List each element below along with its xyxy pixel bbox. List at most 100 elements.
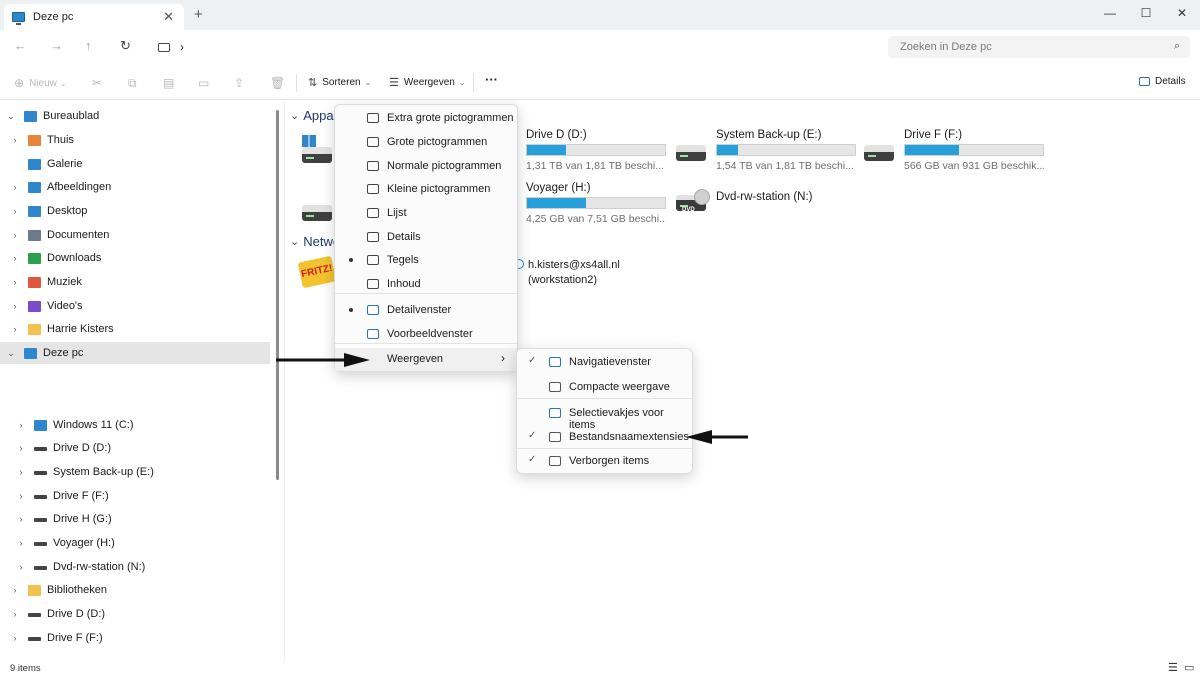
expand-chevron-icon[interactable]: ›	[8, 253, 22, 263]
expand-chevron-icon[interactable]: ›	[14, 514, 28, 524]
expand-chevron-icon[interactable]: ›	[14, 538, 28, 548]
sidebar-item[interactable]: › Drive D (D:)	[0, 603, 270, 625]
sidebar-item[interactable]: ⌄ Deze pc	[0, 342, 270, 364]
show-menu-item[interactable]: ✓ Navigatievenster	[517, 351, 692, 374]
pane-divider[interactable]	[284, 101, 285, 661]
expand-chevron-icon[interactable]: ›	[14, 467, 28, 477]
expand-chevron-icon[interactable]: ⌄	[4, 111, 18, 122]
view-menu-item[interactable]: Tegels	[335, 249, 517, 272]
expand-chevron-icon[interactable]: ›	[8, 301, 22, 311]
sidebar-item[interactable]: › Documenten	[0, 224, 270, 246]
folder-icon	[34, 419, 47, 431]
folder-icon	[28, 229, 41, 241]
search-input[interactable]: Zoeken in Deze pc ⌕	[888, 36, 1190, 58]
address-bar[interactable]: ›	[150, 36, 880, 58]
expand-chevron-icon[interactable]: ›	[14, 491, 28, 501]
tab-deze-pc[interactable]: Deze pc ✕	[4, 4, 184, 30]
sidebar-item[interactable]: ⌄ Bureaublad	[0, 105, 270, 127]
view-menu-item[interactable]: Detailvenster	[335, 299, 517, 322]
sidebar-item[interactable]: › Bibliotheken	[0, 579, 270, 601]
sidebar-item[interactable]: › Drive D (D:)	[0, 437, 270, 459]
maximize-button[interactable]: ☐	[1128, 0, 1164, 26]
details-view-icon[interactable]: ☰	[1168, 661, 1178, 674]
expand-chevron-icon[interactable]: ›	[8, 182, 22, 192]
view-menu-item[interactable]: Extra grote pictogrammen	[335, 107, 517, 130]
sidebar-item[interactable]: › System Back-up (E:)	[0, 461, 270, 483]
view-button[interactable]: ☰ Weergeven ⌄	[389, 76, 466, 89]
sidebar-item[interactable]: › Desktop	[0, 200, 270, 222]
show-menu-item[interactable]: Selectievakjes voor items	[517, 402, 692, 431]
paste-icon[interactable]: ▤	[163, 76, 174, 90]
expand-chevron-icon[interactable]: ⌄	[4, 348, 18, 359]
drive-tile-f[interactable]: Drive F (F:) 566 GB van 931 GB beschik..…	[864, 129, 1054, 173]
forward-arrow-icon[interactable]: →	[50, 38, 63, 53]
expand-chevron-icon[interactable]: ›	[8, 277, 22, 287]
option-icon	[549, 408, 561, 418]
tab-close-button[interactable]: ✕	[163, 9, 174, 25]
share-icon[interactable]: ⇪	[234, 76, 244, 90]
cut-icon[interactable]: ✂	[92, 76, 102, 90]
more-options-button[interactable]: ···	[485, 72, 498, 87]
toolbar-divider	[473, 74, 474, 92]
sidebar-item[interactable]: › Downloads	[0, 247, 270, 269]
breadcrumb-chevron-icon[interactable]: ›	[180, 40, 184, 54]
copy-icon[interactable]: ⧉	[128, 76, 137, 91]
expand-chevron-icon[interactable]: ›	[8, 585, 22, 595]
fritzbox-logo-icon[interactable]: FRITZ!	[297, 255, 337, 289]
sidebar-item[interactable]: › Harrie Kisters	[0, 318, 270, 340]
details-label: Details	[1155, 76, 1186, 87]
show-menu-item[interactable]: ✓ Bestandsnaamextensies	[517, 426, 692, 449]
view-menu-item[interactable]: Kleine pictogrammen	[335, 178, 517, 201]
view-menu-item[interactable]: Lijst	[335, 202, 517, 225]
sidebar-item[interactable]: › Drive H (G:)	[0, 508, 270, 530]
expand-chevron-icon[interactable]: ›	[8, 324, 22, 334]
drive-tile-e[interactable]: System Back-up (E:) 1,54 TB van 1,81 TB …	[676, 129, 866, 173]
expand-chevron-icon[interactable]: ›	[14, 420, 28, 430]
refresh-icon[interactable]: ↻	[120, 38, 131, 54]
sort-button[interactable]: ⇅ Sorteren ⌄	[308, 76, 371, 89]
sidebar-item[interactable]: › Video's	[0, 295, 270, 317]
close-window-button[interactable]: ✕	[1164, 0, 1200, 26]
chevron-down-icon: ⌄	[59, 78, 67, 88]
sidebar-item[interactable]: › Thuis	[0, 129, 270, 151]
menu-separator	[335, 343, 517, 344]
expand-chevron-icon[interactable]: ›	[8, 609, 22, 619]
show-menu-item[interactable]: Compacte weergave	[517, 376, 692, 399]
sidebar-item[interactable]: › Windows 11 (C:)	[0, 414, 270, 436]
sidebar-item[interactable]: › Afbeeldingen	[0, 176, 270, 198]
new-tab-button[interactable]: +	[194, 6, 203, 23]
view-menu-item[interactable]: Normale pictogrammen	[335, 155, 517, 178]
expand-chevron-icon[interactable]: ›	[14, 562, 28, 572]
details-pane-button[interactable]: Details	[1139, 76, 1186, 87]
sidebar-item[interactable]: › Dvd-rw-station (N:)	[0, 556, 270, 578]
delete-icon[interactable]: 🗑	[270, 76, 285, 90]
up-arrow-icon[interactable]: ↑	[85, 38, 92, 53]
view-mode-icon	[367, 113, 379, 123]
expand-chevron-icon[interactable]: ›	[14, 443, 28, 453]
new-button[interactable]: ⊕ Nieuw ⌄	[14, 76, 67, 90]
expand-chevron-icon[interactable]: ›	[8, 633, 22, 643]
view-menu-item[interactable]: Grote pictogrammen	[335, 131, 517, 154]
expand-chevron-icon[interactable]: ›	[8, 230, 22, 240]
sidebar-item[interactable]: › Drive F (F:)	[0, 485, 270, 507]
show-submenu: ✓ Navigatievenster Compacte weergave Select…	[516, 348, 693, 474]
sidebar-item[interactable]: Galerie	[0, 153, 270, 175]
tiles-view-icon[interactable]: ▭	[1184, 661, 1194, 674]
group-header-devices[interactable]: ⌄ Appar	[290, 108, 338, 123]
rename-icon[interactable]: ▭	[198, 76, 209, 90]
sidebar-item-label: Dvd-rw-station (N:)	[53, 561, 146, 573]
network-user-label[interactable]: h.kisters@xs4all.nl	[528, 259, 620, 271]
minimize-button[interactable]: —	[1092, 0, 1128, 26]
show-menu-item[interactable]: ✓ Verborgen items	[517, 450, 692, 473]
drive-tile-dvd[interactable]: DVD Dvd-rw-station (N:)	[676, 187, 866, 231]
back-arrow-icon[interactable]: ←	[14, 38, 27, 53]
view-menu-item[interactable]: Details	[335, 226, 517, 249]
drive-name: Drive D (D:)	[526, 129, 587, 141]
sidebar-scrollbar[interactable]	[276, 110, 279, 480]
expand-chevron-icon[interactable]: ›	[8, 206, 22, 216]
sidebar-item[interactable]: › Muziek	[0, 271, 270, 293]
sidebar-item[interactable]: › Drive F (F:)	[0, 627, 270, 649]
sidebar-item-label: Documenten	[47, 229, 110, 241]
expand-chevron-icon[interactable]: ›	[8, 135, 22, 145]
sidebar-item[interactable]: › Voyager (H:)	[0, 532, 270, 554]
